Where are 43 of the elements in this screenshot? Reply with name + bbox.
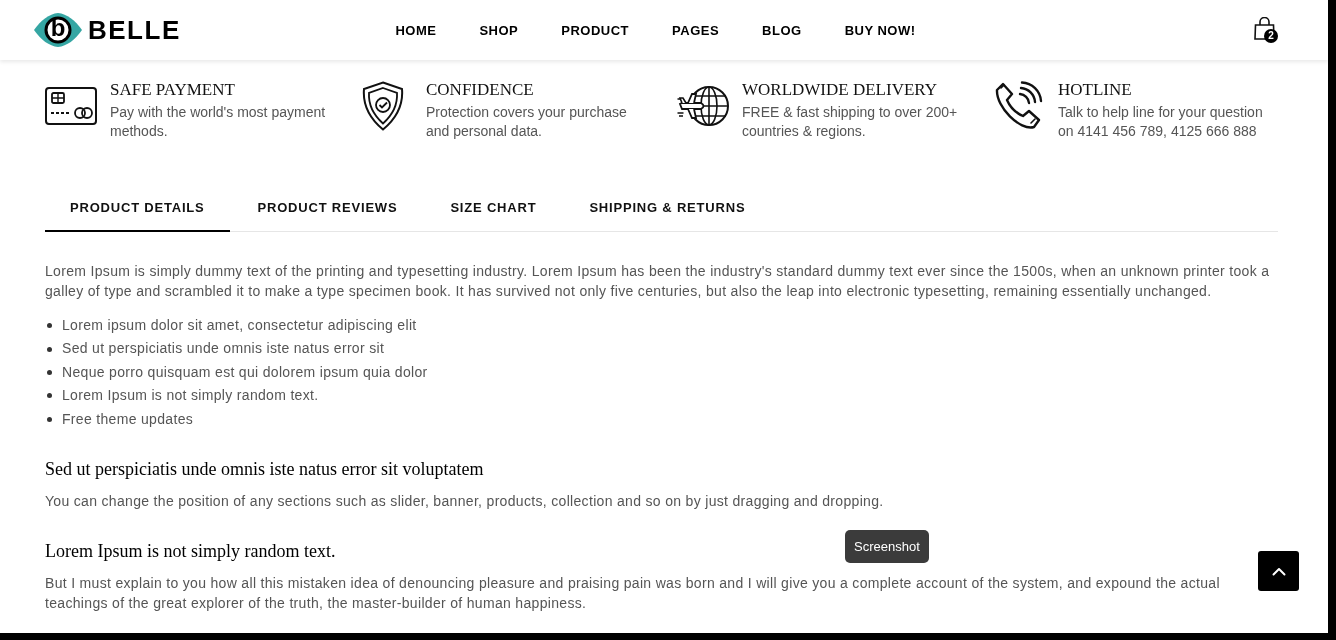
phone-icon <box>993 81 1043 131</box>
scroll-to-top-button[interactable] <box>1258 551 1299 591</box>
bullet-icon <box>47 370 52 375</box>
feature-title: CONFIDENCE <box>426 80 535 100</box>
description-paragraph: Lorem Ipsum is simply dummy text of the printing and typesetting industry. Lorem Ipsum has been the industry's standard dummy text ever since the 1500s, when an unknown printer took a galley of type and scrambled it to make a type specimen book. It has survived not only five centuries, but also the leap into electronic typesetting, remaining essentially unchanged. <box>45 262 1271 301</box>
section-heading: Sed ut perspiciatis unde omnis iste natus error sit voluptatem <box>45 458 484 482</box>
tab[interactable]: PRODUCT DETAILS <box>45 185 230 232</box>
feature-title: SAFE PAYMENT <box>110 80 236 100</box>
credit-card-icon <box>45 87 97 125</box>
section-paragraph: You can change the position of any sections such as slider, banner, products, collection and so on by just dragging and dropping. <box>45 492 884 512</box>
cart-count-badge: 2 <box>1264 29 1278 43</box>
bullet-icon <box>47 393 52 399</box>
tab[interactable]: SHIPPING & RETURNS <box>564 185 771 232</box>
logo-text[interactable]: BELLE <box>88 15 181 45</box>
shopping-bag-icon[interactable] <box>1254 17 1275 40</box>
shield-check-icon <box>361 81 405 131</box>
section-paragraph: But I must explain to you how all this mistaken idea of denouncing pleasure and praising pain was born and I will give you a complete account of the system, and expound the actual teachings of the great explorer of the truth, the master-builder of human happiness. <box>45 574 1221 614</box>
nav-link[interactable]: BLOG <box>762 22 802 38</box>
list-item-text: Sed ut perspiciatis unde omnis iste natus error sit <box>62 339 385 359</box>
chevron-up-icon <box>1271 566 1286 576</box>
tab[interactable]: PRODUCT REVIEWS <box>232 185 423 232</box>
nav-link[interactable]: PRODUCT <box>561 22 630 38</box>
nav-link[interactable]: HOME <box>395 22 437 38</box>
nav-link[interactable]: BUY NOW! <box>844 22 916 38</box>
feature-description: Talk to help line for your question on 4141 456 789, 4125 666 888 <box>1058 103 1264 141</box>
list-item-text: Free theme updates <box>62 409 194 429</box>
plane-globe-icon <box>677 85 729 127</box>
nav-link[interactable]: PAGES <box>672 22 720 38</box>
feature-description: FREE & fast shipping to over 200+ countries & regions. <box>742 103 959 141</box>
tab[interactable]: SIZE CHART <box>425 185 562 232</box>
feature-title: HOTLINE <box>1058 80 1133 100</box>
feature-description: Protection covers your purchase and personal data. <box>426 103 628 141</box>
nav-link[interactable]: SHOP <box>479 22 519 38</box>
bullet-icon <box>47 416 52 422</box>
list-item-text: Neque porro quisquam est qui dolorem ipsum quia dolor <box>62 362 428 382</box>
list-item-text: Lorem ipsum dolor sit amet, consectetur adipiscing elit <box>62 316 417 335</box>
list-item-text: Lorem Ipsum is not simply random text. <box>62 386 319 406</box>
tooltip: Screenshot <box>845 530 929 563</box>
feature-title: WORLDWIDE DELIVERY <box>742 80 938 100</box>
bullet-icon <box>47 323 52 329</box>
feature-description: Pay with the world's most payment methods. <box>110 103 327 141</box>
bullet-icon <box>47 346 52 352</box>
section-heading: Lorem Ipsum is not simply random text. <box>45 540 336 564</box>
